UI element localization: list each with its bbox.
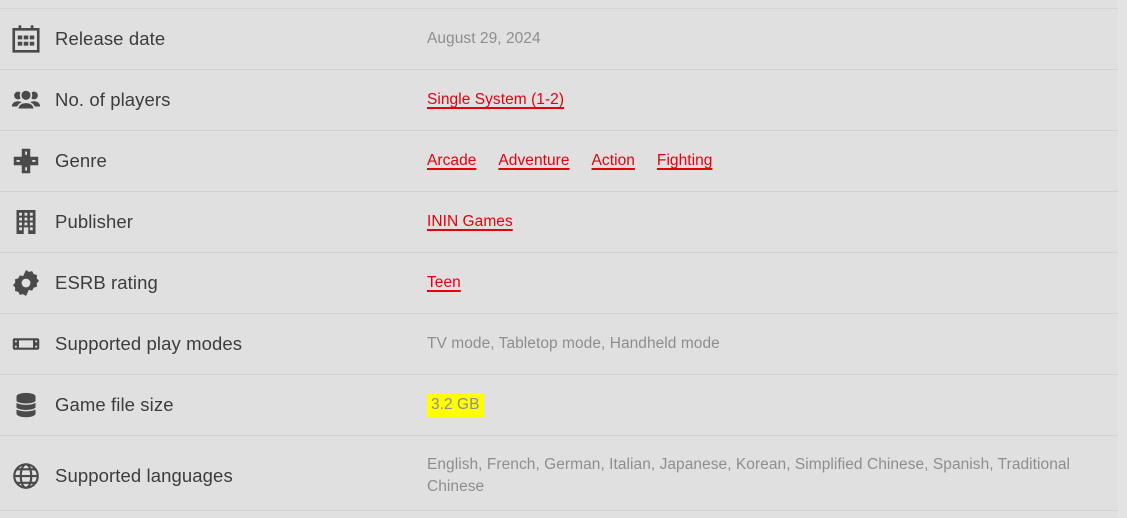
row-value: TV mode, Tabletop mode, Handheld mode (427, 314, 1118, 374)
link-esrb-teen[interactable]: Teen (427, 274, 461, 292)
link-single-system[interactable]: Single System (1-2) (427, 91, 564, 109)
row-label: Supported play modes (55, 333, 243, 354)
players-group-icon (0, 70, 55, 130)
table-row: Supported play modes TV mode, Tabletop m… (0, 313, 1118, 374)
table-row: Release date August 29, 2024 (0, 8, 1118, 69)
row-label: Genre (55, 150, 107, 171)
row-value: ININ Games (427, 192, 1118, 252)
link-genre-action[interactable]: Action (592, 152, 635, 170)
esrb-link-group: Teen (427, 274, 461, 292)
table-row: Supported languages English, French, Ger… (0, 435, 1118, 515)
link-publisher-inin-games[interactable]: ININ Games (427, 213, 513, 231)
row-label: Game file size (55, 394, 174, 415)
row-value: English, French, German, Italian, Japane… (427, 436, 1118, 515)
dpad-icon (0, 131, 55, 191)
table-row: ESRB rating Teen (0, 252, 1118, 313)
genre-link-group: Arcade Adventure Action Fighting (427, 152, 712, 170)
table-top-spacer (0, 0, 1118, 8)
link-genre-adventure[interactable]: Adventure (498, 152, 569, 170)
row-label: No. of players (55, 89, 171, 110)
globe-icon (0, 436, 55, 515)
release-date-value: August 29, 2024 (427, 30, 541, 47)
table-row: Genre Arcade Adventure Action Fighting (0, 130, 1118, 191)
supported-languages-value: English, French, German, Italian, Japane… (427, 455, 1071, 495)
row-label: Release date (55, 28, 166, 49)
players-link-group: Single System (1-2) (427, 91, 564, 109)
table-row: Game file size 3.2 GB (0, 374, 1118, 435)
row-value: 3.2 GB (427, 375, 1118, 435)
building-icon (0, 192, 55, 252)
play-modes-value: TV mode, Tabletop mode, Handheld mode (427, 335, 720, 352)
row-value: Arcade Adventure Action Fighting (427, 131, 1118, 191)
row-label: Supported languages (55, 464, 233, 486)
gear-icon (0, 253, 55, 313)
calendar-icon (0, 9, 55, 69)
publisher-link-group: ININ Games (427, 213, 513, 231)
row-value: Single System (1-2) (427, 70, 1118, 130)
link-genre-arcade[interactable]: Arcade (427, 152, 476, 170)
game-file-size-value: 3.2 GB (427, 393, 484, 417)
table-row: No. of players Single System (1-2) (0, 69, 1118, 130)
table-bottom-divider (0, 510, 1118, 518)
table-row: Publisher ININ Games (0, 191, 1118, 252)
database-icon (0, 375, 55, 435)
game-spec-table: Release date August 29, 2024 No. of play… (0, 0, 1127, 518)
page-right-margin (1118, 0, 1127, 518)
switch-console-icon (0, 314, 55, 374)
row-value: Teen (427, 253, 1118, 313)
link-genre-fighting[interactable]: Fighting (657, 152, 713, 170)
row-label: ESRB rating (55, 272, 158, 293)
row-value: August 29, 2024 (427, 9, 1118, 69)
row-label: Publisher (55, 211, 134, 232)
